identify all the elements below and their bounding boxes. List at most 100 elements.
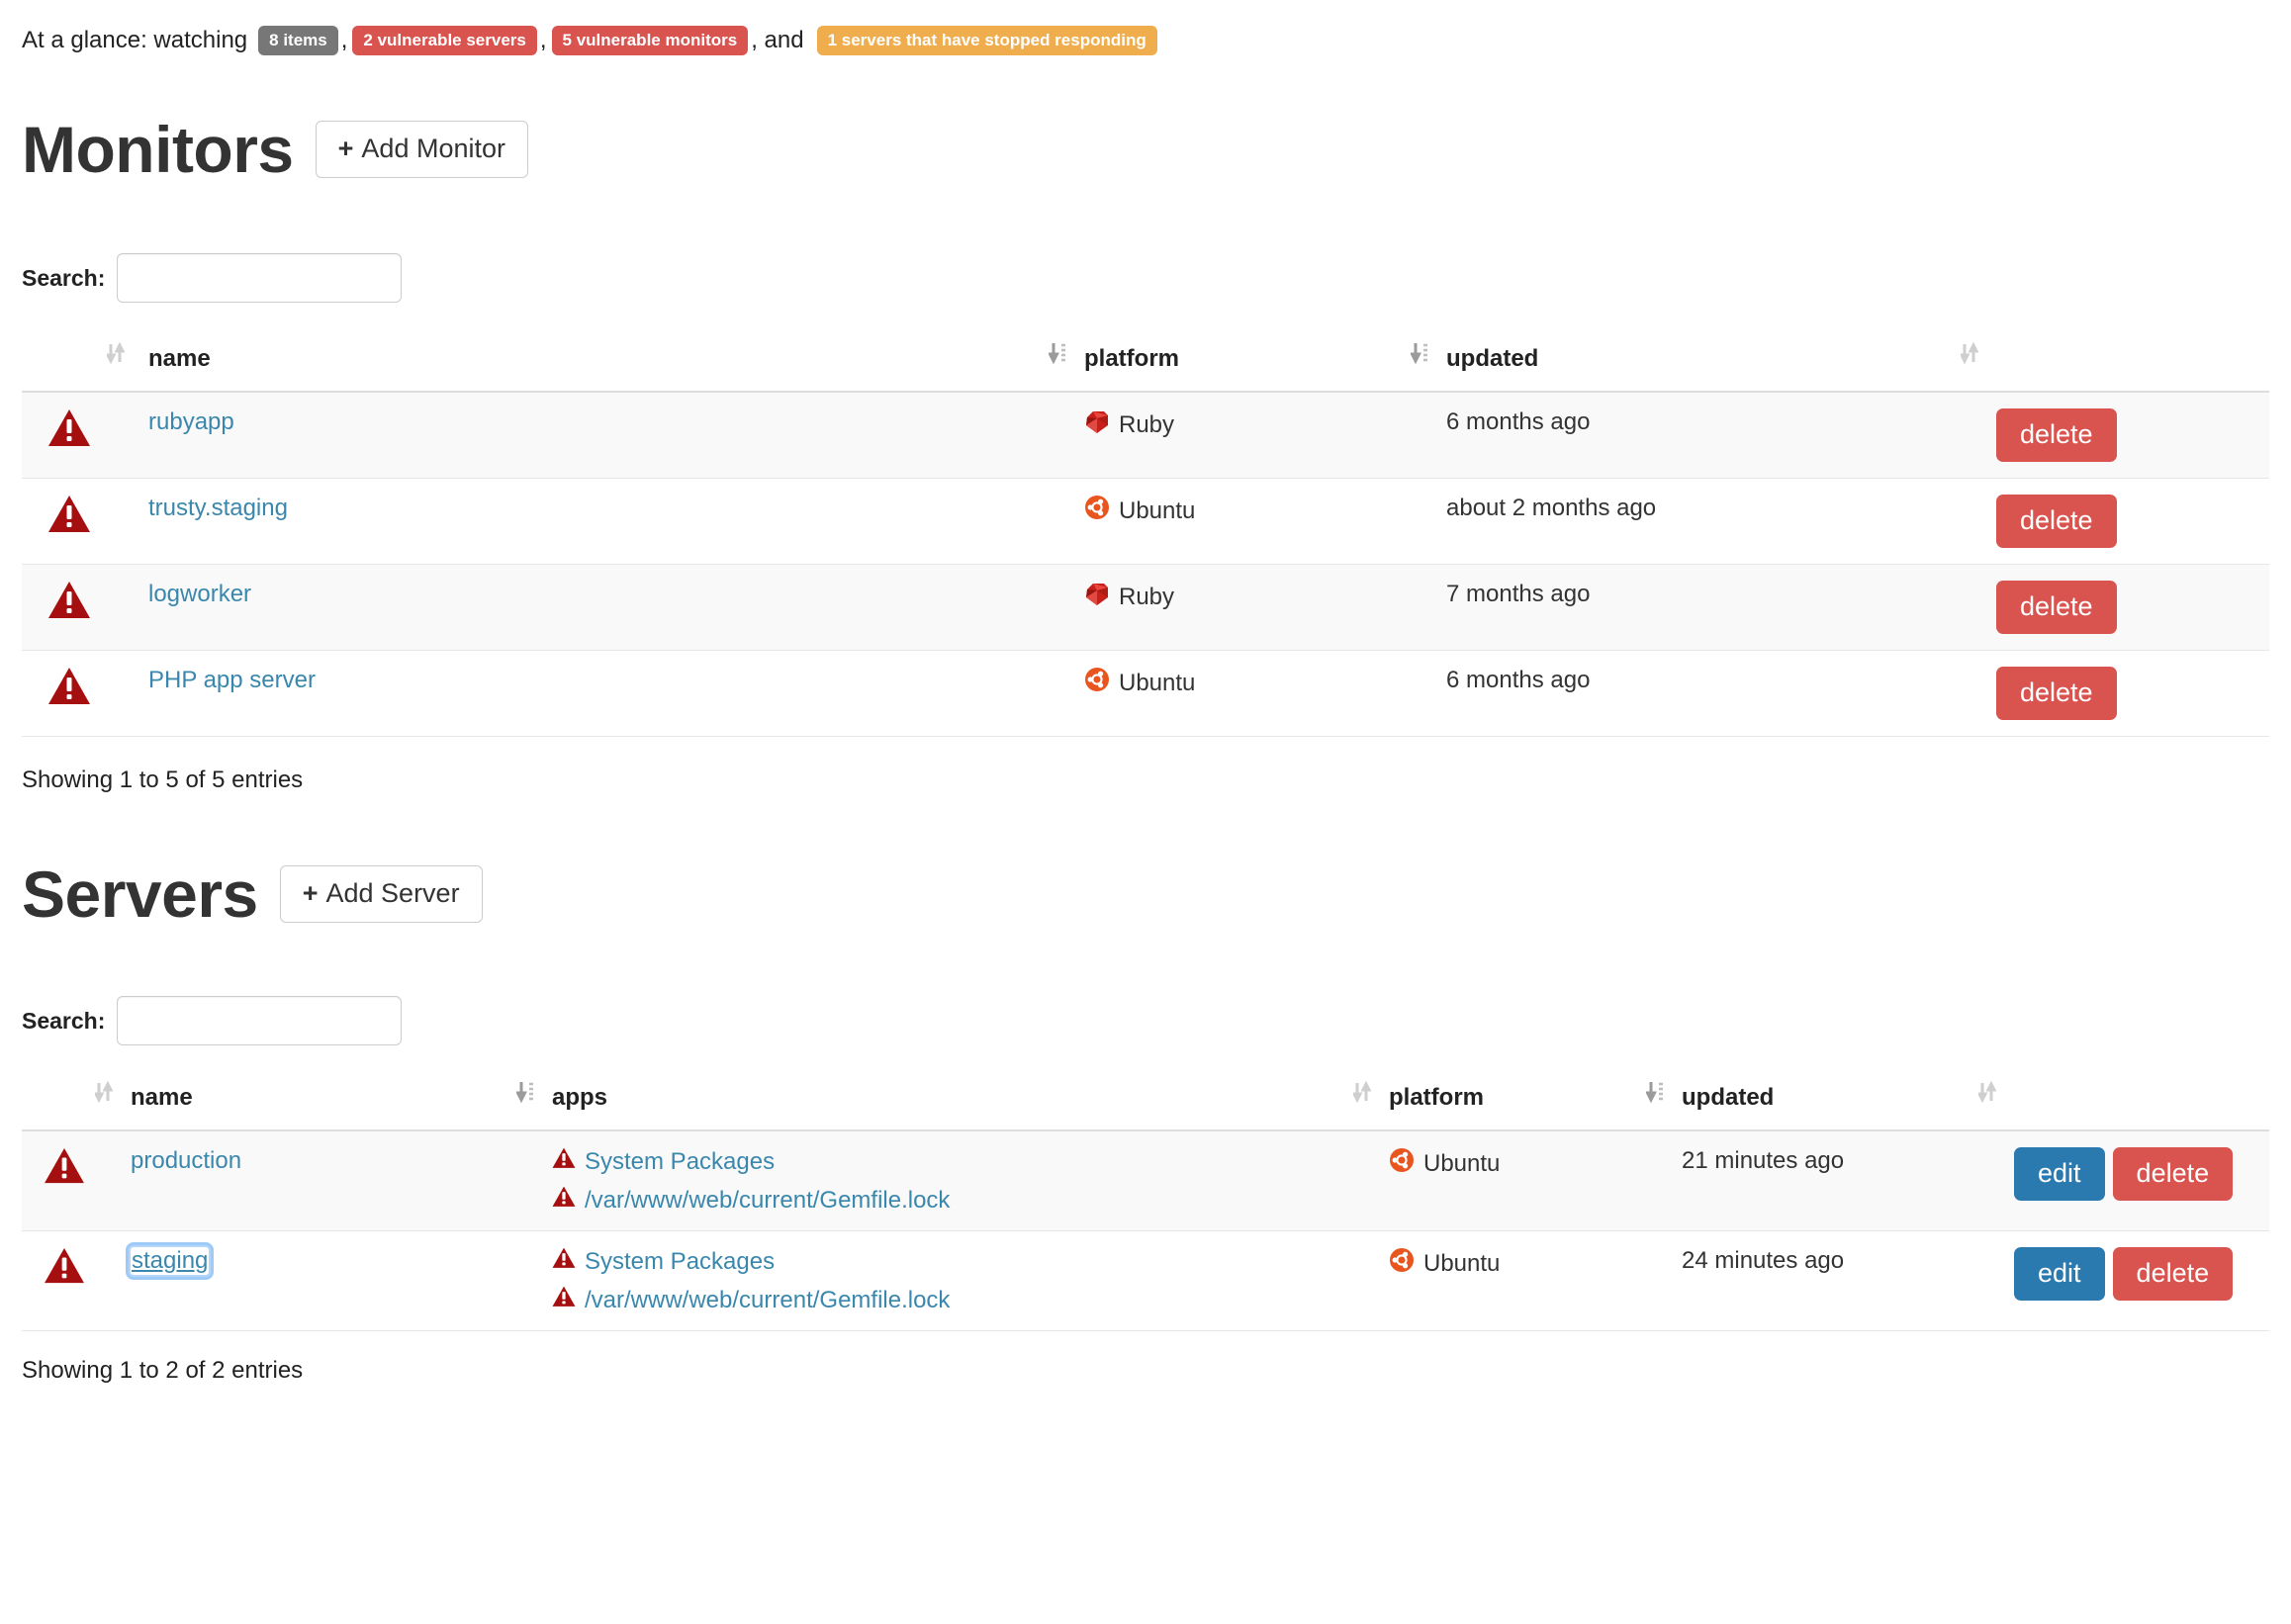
monitors-table-body: rubyapp Ruby 6 months ago delete trusty.… (22, 392, 2269, 737)
server-apps-cell: System Packages /var/www/web/current/Gem… (552, 1230, 1353, 1331)
monitor-actions-cell: delete (1996, 650, 2269, 737)
monitor-platform-label: Ubuntu (1119, 496, 1196, 524)
glance-sep-1: , (340, 27, 348, 53)
glance-sep-3: , and (751, 27, 804, 53)
add-server-label: Add Server (325, 878, 460, 908)
server-name-cell: staging (125, 1230, 516, 1331)
servers-col-updated[interactable]: updated (1682, 1079, 1978, 1131)
monitor-name-link[interactable]: PHP app server (148, 667, 316, 693)
delete-button[interactable]: delete (1996, 581, 2117, 634)
server-name-link-focused[interactable]: staging (125, 1242, 215, 1280)
servers-col-apps[interactable]: apps (552, 1079, 1353, 1131)
server-spacer-cell (1353, 1230, 1389, 1331)
warning-triangle-icon (47, 495, 91, 541)
server-name-link[interactable]: production (131, 1147, 241, 1174)
monitors-col-updated[interactable]: updated (1446, 340, 1961, 393)
server-platform-label: Ubuntu (1423, 1249, 1501, 1277)
servers-header-row: name apps platform updated (22, 1079, 2269, 1131)
delete-button[interactable]: delete (1996, 495, 2117, 548)
monitors-col-platform-label: platform (1084, 345, 1179, 372)
app-link[interactable]: System Packages (585, 1148, 775, 1176)
app-entry[interactable]: /var/www/web/current/Gemfile.lock (552, 1186, 1353, 1215)
monitors-sort-platform[interactable] (1048, 340, 1084, 393)
sort-arrows-icon (1351, 1079, 1372, 1105)
server-spacer-cell (1646, 1230, 1682, 1331)
servers-sort-platform[interactable] (1351, 1079, 1389, 1131)
servers-col-status (22, 1079, 95, 1131)
server-spacer-cell (95, 1130, 131, 1231)
servers-sort-updated[interactable] (1645, 1079, 1682, 1131)
monitor-spacer-cell (1049, 478, 1084, 565)
app-link[interactable]: System Packages (585, 1248, 775, 1276)
monitor-actions-cell: delete (1996, 478, 2269, 565)
servers-sort-apps[interactable] (515, 1079, 552, 1131)
app-entry[interactable]: System Packages (552, 1147, 1353, 1176)
monitor-spacer-cell (1411, 650, 1446, 737)
server-spacer-cell (95, 1230, 131, 1331)
monitors-title: Monitors (22, 113, 294, 186)
warning-triangle-icon (552, 1147, 576, 1176)
sort-arrows-icon (1410, 340, 1428, 366)
delete-button[interactable]: delete (1996, 408, 2117, 462)
monitors-sort-name[interactable] (105, 340, 148, 393)
ubuntu-icon (1389, 1147, 1415, 1180)
servers-col-actions (2014, 1079, 2269, 1131)
monitors-table-head: name platform updated (22, 340, 2269, 393)
table-row: trusty.staging Ubuntu about 2 months ago… (22, 478, 2269, 565)
monitors-sort-updated[interactable] (1410, 340, 1446, 393)
server-spacer-cell (1978, 1230, 2014, 1331)
app-entry[interactable]: System Packages (552, 1247, 1353, 1276)
sort-arrows-icon (1048, 340, 1066, 366)
monitor-name-cell: rubyapp (148, 392, 1049, 479)
warning-triangle-icon (552, 1186, 576, 1215)
servers-sort-actions[interactable] (1976, 1079, 2014, 1131)
servers-search-input[interactable] (117, 996, 403, 1045)
monitor-name-link[interactable]: logworker (148, 581, 251, 607)
servers-col-platform[interactable]: platform (1389, 1079, 1646, 1131)
app-link[interactable]: /var/www/web/current/Gemfile.lock (585, 1287, 950, 1314)
server-platform-label: Ubuntu (1423, 1149, 1501, 1177)
servers-col-name[interactable]: name (131, 1079, 516, 1131)
server-actions-cell: edit delete (2014, 1130, 2269, 1231)
monitor-name-link[interactable]: trusty.staging (148, 495, 288, 521)
monitors-col-name[interactable]: name (148, 340, 1049, 393)
monitors-col-actions (1996, 340, 2269, 393)
servers-table-head: name apps platform updated (22, 1079, 2269, 1131)
monitor-spacer-cell (107, 650, 148, 737)
server-status-cell (22, 1230, 95, 1331)
servers-entries-info: Showing 1 to 2 of 2 entries (22, 1357, 304, 1384)
badge-items: 8 items (258, 26, 338, 55)
monitors-col-updated-label: updated (1446, 345, 1539, 372)
monitor-status-cell (22, 650, 107, 737)
app-link[interactable]: /var/www/web/current/Gemfile.lock (585, 1187, 950, 1215)
edit-button[interactable]: edit (2014, 1247, 2105, 1301)
add-monitor-button[interactable]: + Add Monitor (315, 121, 528, 178)
delete-button[interactable]: delete (2112, 1147, 2234, 1201)
servers-col-apps-label: apps (552, 1084, 608, 1111)
monitors-search-row: Search: (22, 253, 2269, 303)
server-platform-cell: Ubuntu (1389, 1130, 1646, 1231)
monitors-sort-actions[interactable] (1959, 340, 1996, 393)
add-server-button[interactable]: + Add Server (279, 865, 483, 923)
warning-triangle-icon (552, 1247, 576, 1276)
servers-sort-name[interactable] (93, 1079, 131, 1131)
ubuntu-icon (1084, 667, 1110, 699)
delete-button[interactable]: delete (2112, 1247, 2234, 1301)
server-updated-cell: 24 minutes ago (1682, 1230, 1978, 1331)
monitors-col-name-label: name (148, 345, 211, 372)
servers-section-header: Servers + Add Server (22, 861, 2269, 927)
edit-button[interactable]: edit (2014, 1147, 2105, 1201)
servers-col-platform-label: platform (1389, 1084, 1484, 1111)
badge-vulnerable-monitors: 5 vulnerable monitors (551, 26, 749, 55)
monitor-name-link[interactable]: rubyapp (148, 408, 234, 435)
monitors-col-platform[interactable]: platform (1084, 340, 1411, 393)
server-spacer-cell (1353, 1130, 1389, 1231)
server-name-cell: production (131, 1130, 516, 1231)
monitor-platform-label: Ubuntu (1119, 669, 1196, 696)
monitors-search-input[interactable] (117, 253, 403, 303)
delete-button[interactable]: delete (1996, 667, 2117, 720)
app-entry[interactable]: /var/www/web/current/Gemfile.lock (552, 1286, 1353, 1314)
glance-prefix: At a glance: watching (22, 27, 248, 53)
table-row: staging System Packages /var/www/web/cur… (22, 1230, 2269, 1331)
warning-triangle-icon (47, 408, 91, 455)
